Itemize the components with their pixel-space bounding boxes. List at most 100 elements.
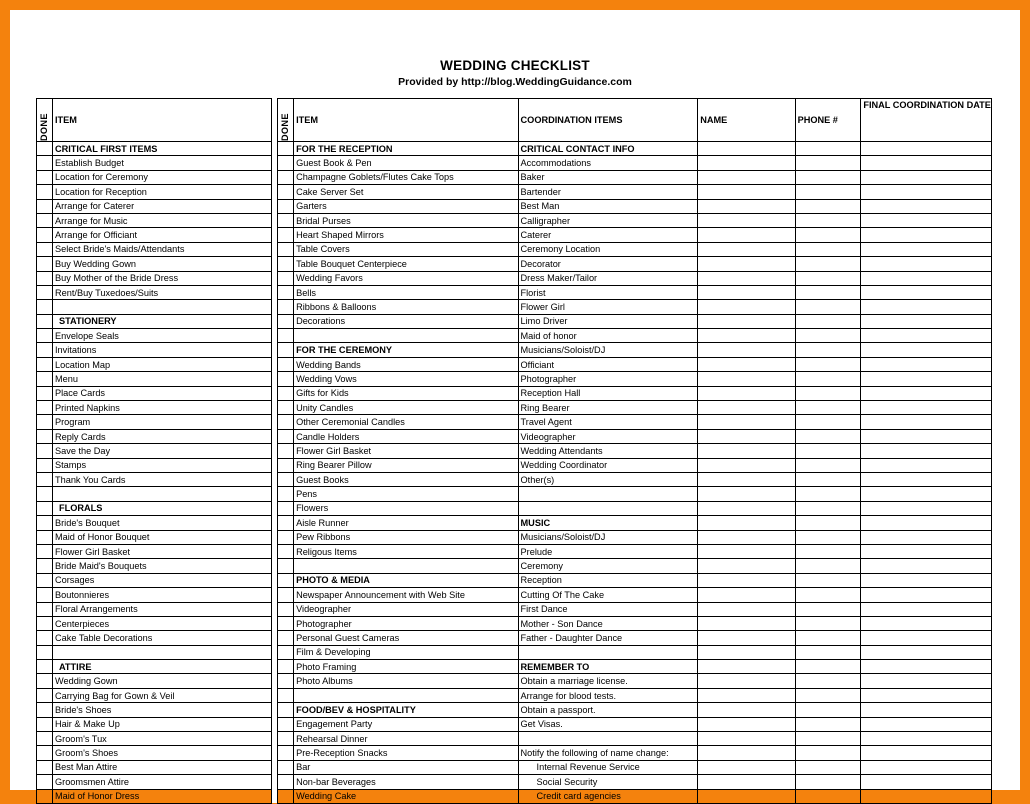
done-checkbox-left[interactable] [36, 227, 53, 243]
done-checkbox-left[interactable] [36, 400, 53, 416]
phone-cell[interactable] [794, 241, 862, 258]
done-checkbox-middle[interactable] [277, 558, 295, 574]
phone-cell[interactable] [794, 601, 862, 617]
phone-cell[interactable] [794, 284, 862, 301]
final-coordination-date-cell[interactable] [860, 774, 992, 790]
final-coordination-date-cell[interactable] [860, 256, 992, 272]
phone-cell[interactable] [794, 745, 862, 761]
phone-cell[interactable] [794, 587, 862, 603]
final-coordination-date-cell[interactable] [860, 140, 992, 157]
done-checkbox-left[interactable] [36, 601, 53, 617]
final-coordination-date-cell[interactable] [860, 702, 992, 718]
phone-cell[interactable] [794, 471, 862, 488]
done-checkbox-middle[interactable] [277, 687, 295, 704]
phone-cell[interactable] [794, 457, 862, 473]
name-cell[interactable] [697, 630, 796, 646]
name-cell[interactable] [697, 400, 796, 416]
name-cell[interactable] [697, 414, 796, 430]
phone-cell[interactable] [794, 500, 862, 517]
name-cell[interactable] [697, 572, 796, 589]
final-coordination-date-cell[interactable] [860, 155, 992, 171]
name-cell[interactable] [697, 543, 796, 560]
done-checkbox-left[interactable] [36, 587, 53, 603]
done-checkbox-left[interactable] [36, 644, 53, 661]
name-cell[interactable] [697, 529, 796, 545]
done-checkbox-left[interactable] [36, 788, 53, 804]
done-checkbox-left[interactable] [36, 443, 53, 459]
name-cell[interactable] [697, 457, 796, 473]
done-checkbox-middle[interactable] [277, 371, 295, 387]
final-coordination-date-cell[interactable] [860, 543, 992, 560]
done-checkbox-left[interactable] [36, 687, 53, 704]
name-cell[interactable] [697, 587, 796, 603]
name-cell[interactable] [697, 212, 796, 229]
name-cell[interactable] [697, 342, 796, 358]
name-cell[interactable] [697, 313, 796, 330]
name-cell[interactable] [697, 659, 796, 675]
name-cell[interactable] [697, 270, 796, 286]
phone-cell[interactable] [794, 515, 862, 531]
done-checkbox-left[interactable] [36, 212, 53, 229]
done-checkbox-middle[interactable] [277, 601, 295, 617]
done-checkbox-left[interactable] [36, 673, 53, 689]
done-checkbox-middle[interactable] [277, 529, 295, 545]
final-coordination-date-cell[interactable] [860, 572, 992, 589]
done-checkbox-middle[interactable] [277, 659, 295, 675]
final-coordination-date-cell[interactable] [860, 371, 992, 387]
phone-cell[interactable] [794, 630, 862, 646]
done-checkbox-middle[interactable] [277, 745, 295, 761]
final-coordination-date-cell[interactable] [860, 630, 992, 646]
phone-cell[interactable] [794, 572, 862, 589]
final-coordination-date-cell[interactable] [860, 745, 992, 761]
name-cell[interactable] [697, 515, 796, 531]
final-coordination-date-cell[interactable] [860, 759, 992, 776]
final-coordination-date-cell[interactable] [860, 457, 992, 473]
final-coordination-date-cell[interactable] [860, 716, 992, 733]
name-cell[interactable] [697, 443, 796, 459]
done-checkbox-left[interactable] [36, 716, 53, 733]
name-cell[interactable] [697, 140, 796, 157]
name-cell[interactable] [697, 615, 796, 632]
final-coordination-date-cell[interactable] [860, 659, 992, 675]
done-checkbox-middle[interactable] [277, 284, 295, 301]
done-checkbox-middle[interactable] [277, 400, 295, 416]
done-checkbox-middle[interactable] [277, 385, 295, 402]
done-checkbox-left[interactable] [36, 572, 53, 589]
phone-cell[interactable] [794, 529, 862, 545]
done-checkbox-left[interactable] [36, 702, 53, 718]
phone-cell[interactable] [794, 371, 862, 387]
done-checkbox-left[interactable] [36, 471, 53, 488]
done-checkbox-middle[interactable] [277, 716, 295, 733]
final-coordination-date-cell[interactable] [860, 227, 992, 243]
done-checkbox-left[interactable] [36, 184, 53, 200]
name-cell[interactable] [697, 198, 796, 214]
final-coordination-date-cell[interactable] [860, 558, 992, 574]
done-checkbox-left[interactable] [36, 457, 53, 473]
phone-cell[interactable] [794, 774, 862, 790]
name-cell[interactable] [697, 227, 796, 243]
final-coordination-date-cell[interactable] [860, 486, 992, 502]
done-checkbox-middle[interactable] [277, 256, 295, 272]
done-checkbox-middle[interactable] [277, 342, 295, 358]
final-coordination-date-cell[interactable] [860, 673, 992, 689]
phone-cell[interactable] [794, 731, 862, 747]
done-checkbox-middle[interactable] [277, 543, 295, 560]
phone-cell[interactable] [794, 140, 862, 157]
phone-cell[interactable] [794, 443, 862, 459]
name-cell[interactable] [697, 371, 796, 387]
final-coordination-date-cell[interactable] [860, 356, 992, 373]
done-checkbox-middle[interactable] [277, 644, 295, 661]
name-cell[interactable] [697, 241, 796, 258]
done-checkbox-middle[interactable] [277, 299, 295, 315]
done-checkbox-left[interactable] [36, 543, 53, 560]
phone-cell[interactable] [794, 227, 862, 243]
done-checkbox-left[interactable] [36, 500, 53, 517]
name-cell[interactable] [697, 558, 796, 574]
done-checkbox-middle[interactable] [277, 313, 295, 330]
done-checkbox-middle[interactable] [277, 198, 295, 214]
final-coordination-date-cell[interactable] [860, 428, 992, 445]
name-cell[interactable] [697, 184, 796, 200]
done-checkbox-left[interactable] [36, 169, 53, 186]
final-coordination-date-cell[interactable] [860, 515, 992, 531]
done-checkbox-middle[interactable] [277, 471, 295, 488]
